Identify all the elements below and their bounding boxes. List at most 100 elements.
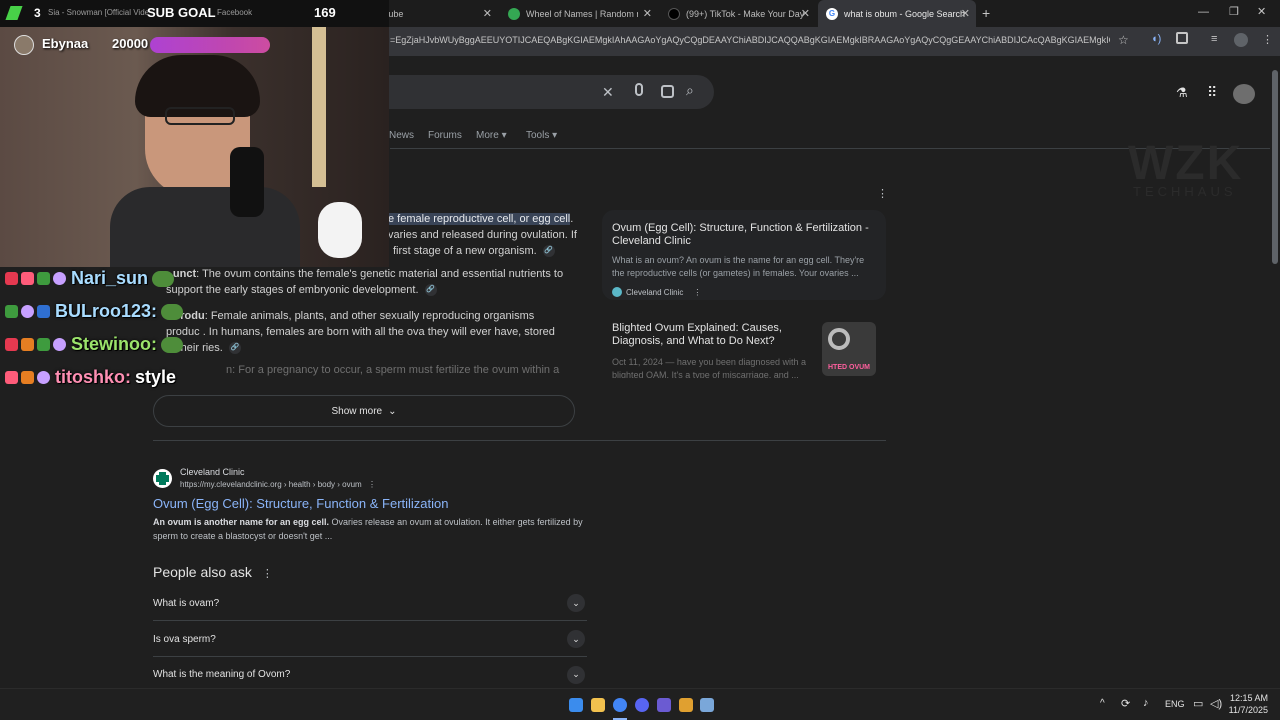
- facebook-tab-echo: Facebook: [217, 8, 253, 17]
- nav-tools[interactable]: Tools ▾: [526, 130, 557, 141]
- network-icon[interactable]: ▭: [1193, 697, 1203, 710]
- people-also-ask-heading: People also ask ⋮: [153, 564, 273, 580]
- chrome-icon[interactable]: [613, 698, 627, 712]
- chat-message: Stewinoo:: [5, 328, 425, 361]
- clear-search-icon[interactable]: ✕: [602, 84, 614, 101]
- more-options-icon[interactable]: ⋮: [262, 568, 273, 580]
- tab-label: Wheel of Names | Random nam: [526, 8, 638, 19]
- glasses: [165, 107, 235, 125]
- side-card-title[interactable]: Blighted Ovum Explained: Causes, Diagnos…: [612, 322, 817, 348]
- chevron-down-icon: ⌄: [388, 405, 397, 417]
- lens-search-icon[interactable]: [661, 85, 674, 98]
- watermark-sub: TECHHAUS: [1133, 184, 1237, 199]
- show-more-button[interactable]: Show more ⌄: [153, 395, 575, 427]
- google-icon: G: [826, 7, 838, 20]
- app-icon[interactable]: [700, 698, 714, 712]
- bookmark-star-icon[interactable]: ☆: [1118, 33, 1129, 47]
- divider: [153, 440, 886, 441]
- apps-grid-icon[interactable]: ⠿: [1207, 84, 1217, 101]
- paa-question[interactable]: Is ova sperm? ⌄: [153, 622, 587, 657]
- light-strip: [312, 27, 326, 187]
- paa-question-text: Is ova sperm?: [153, 633, 216, 645]
- video-thumbnail[interactable]: HTED OVUM: [822, 322, 876, 376]
- minimize-button[interactable]: —: [1198, 6, 1209, 18]
- search-input[interactable]: ✕ ⌕: [370, 75, 714, 109]
- tab-tiktok[interactable]: (99+) TikTok - Make Your Day ✕: [660, 0, 816, 27]
- language-indicator[interactable]: ENG: [1165, 699, 1185, 709]
- close-tab-icon[interactable]: ✕: [801, 7, 810, 20]
- streamer-body: [110, 187, 300, 267]
- side-card-blighted[interactable]: Blighted Ovum Explained: Causes, Diagnos…: [602, 320, 886, 378]
- close-tab-icon[interactable]: ✕: [483, 7, 492, 20]
- more-options-icon[interactable]: ⋮: [693, 288, 701, 297]
- close-window-button[interactable]: ✕: [1257, 5, 1266, 18]
- account-avatar[interactable]: [1233, 84, 1255, 104]
- chevron-down-icon[interactable]: ⌄: [567, 665, 585, 684]
- more-options-icon[interactable]: ⋮: [877, 187, 888, 200]
- profile-avatar[interactable]: [1234, 33, 1248, 47]
- media-icon[interactable]: ≡: [1211, 33, 1217, 45]
- first-badge-icon: [5, 305, 18, 318]
- chevron-down-icon[interactable]: ⌄: [567, 594, 585, 612]
- discord-icon[interactable]: [635, 698, 649, 712]
- watermark: WZK: [1128, 137, 1244, 190]
- nav-forums[interactable]: Forums: [428, 130, 462, 141]
- clock-time[interactable]: 12:15 AM: [1228, 693, 1268, 703]
- sub-badge-icon: [53, 338, 66, 351]
- nav-more[interactable]: More ▾: [476, 130, 507, 141]
- search-icon[interactable]: ⌕: [686, 82, 694, 99]
- paa-question[interactable]: What is the meaning of Ovom? ⌄: [153, 657, 587, 692]
- mic-icon[interactable]: ♪: [1143, 697, 1149, 709]
- close-tab-icon[interactable]: ✕: [643, 7, 652, 20]
- link-icon[interactable]: 🔗: [542, 245, 555, 258]
- side-card-title[interactable]: Ovum (Egg Cell): Structure, Function & F…: [612, 222, 876, 248]
- result-url[interactable]: https://my.clevelandclinic.org › health …: [180, 480, 376, 489]
- sub-badge-icon: [37, 371, 50, 384]
- more-options-icon[interactable]: ⋮: [368, 480, 376, 489]
- side-card-source: Cleveland Clinic ⋮: [612, 287, 876, 297]
- tray-expand-icon[interactable]: ^: [1100, 698, 1105, 709]
- paa-question[interactable]: What is ovam? ⌄: [153, 586, 587, 621]
- restore-button[interactable]: ❐: [1229, 5, 1239, 18]
- new-tab-button[interactable]: +: [982, 5, 990, 21]
- flag-badge-icon: [37, 305, 50, 318]
- start-windows-icon[interactable]: [569, 698, 583, 712]
- pepe-emote-icon: [161, 303, 184, 320]
- clock-date[interactable]: 11/7/2025: [1226, 705, 1268, 715]
- nav-tools-label: Tools: [526, 130, 550, 141]
- sub-current: 3: [34, 6, 41, 20]
- link-icon[interactable]: 🔗: [424, 284, 437, 297]
- bits-amount: 20000: [112, 36, 149, 51]
- nav-more-label: More: [476, 130, 499, 141]
- tiktok-icon: [668, 7, 680, 20]
- labs-flask-icon[interactable]: ⚗: [1176, 85, 1188, 101]
- extensions-icon[interactable]: [1176, 32, 1188, 44]
- chevron-down-icon[interactable]: ⌄: [567, 630, 585, 648]
- close-tab-icon[interactable]: ✕: [961, 7, 970, 20]
- donor-name: Ebynaa: [42, 36, 89, 51]
- result-title-link[interactable]: Ovum (Egg Cell): Structure, Function & F…: [153, 496, 449, 511]
- menu-kebab-icon[interactable]: ⋮: [1262, 33, 1273, 46]
- scrollbar-thumb[interactable]: [1272, 70, 1278, 264]
- app-icon[interactable]: [657, 698, 671, 712]
- voice-search-icon[interactable]: [635, 83, 643, 96]
- tab-wheel-of-names[interactable]: Wheel of Names | Random nam ✕: [500, 0, 658, 27]
- page-scrollbar[interactable]: [1270, 56, 1280, 688]
- snippet-line-3-text: first stage of a new organism.: [393, 245, 537, 257]
- thumbnail-caption: HTED OVUM: [828, 364, 870, 371]
- result-source: Cleveland Clinic: [180, 467, 245, 477]
- chat-username: Nari_sun: [71, 268, 149, 288]
- result-description: An ovum is another name for an egg cell.…: [153, 515, 593, 543]
- chat-text: style: [135, 367, 177, 387]
- file-explorer-icon[interactable]: [591, 698, 605, 712]
- url-field[interactable]: =EgZjaHJvbWUyBggAEEUYOTIJCAEQABgKGIAEMgk…: [390, 35, 1110, 45]
- app-icon[interactable]: [679, 698, 693, 712]
- tab-google-search[interactable]: G what is obum - Google Search ✕: [818, 0, 976, 27]
- nav-news[interactable]: News: [389, 130, 414, 141]
- side-card-cleveland[interactable]: Ovum (Egg Cell): Structure, Function & F…: [602, 210, 886, 300]
- tab-label: (99+) TikTok - Make Your Day: [686, 8, 805, 19]
- pepe-emote-icon: [152, 270, 175, 287]
- read-aloud-icon[interactable]: ◖): [1151, 33, 1161, 45]
- sync-icon[interactable]: ⟳: [1121, 697, 1130, 710]
- volume-icon[interactable]: ◁): [1210, 697, 1222, 710]
